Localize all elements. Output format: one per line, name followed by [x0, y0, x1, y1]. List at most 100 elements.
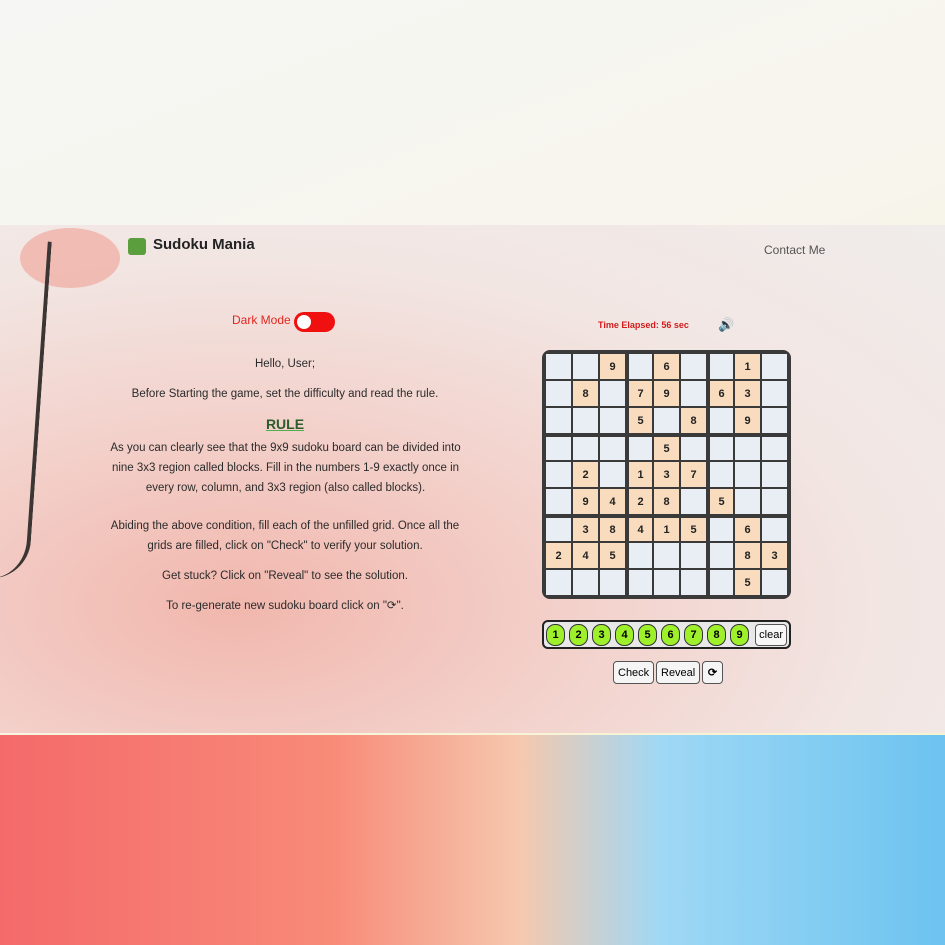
board-cell[interactable] [654, 570, 679, 595]
board-cell[interactable] [681, 489, 706, 514]
contact-link[interactable]: Contact Me [764, 243, 825, 257]
board-cell[interactable] [710, 354, 733, 379]
number-button[interactable]: 6 [661, 623, 680, 646]
stuck-text: Get stuck? Click on "Reveal" to see the … [162, 570, 408, 582]
number-button[interactable]: 2 [569, 623, 588, 646]
check-button[interactable]: Check [613, 661, 655, 684]
board-cell[interactable] [735, 437, 760, 460]
board-cell[interactable] [710, 437, 733, 460]
board-cell[interactable] [762, 570, 787, 595]
board-cell[interactable] [654, 408, 679, 433]
board-cell[interactable] [735, 462, 760, 487]
board-cell[interactable] [573, 354, 598, 379]
board-cell[interactable] [629, 570, 652, 595]
board-cell: 9 [654, 381, 679, 406]
greeting: Hello, User; [254, 358, 316, 370]
board-cell: 2 [629, 489, 652, 514]
board-cell: 3 [654, 462, 679, 487]
board-cell: 9 [573, 489, 598, 514]
regen-text: To re-generate new sudoku board click on… [166, 600, 404, 612]
board-cell[interactable] [762, 381, 787, 406]
refresh-icon[interactable]: ⟳ [702, 661, 723, 684]
board-cell[interactable] [762, 354, 787, 379]
board-cell[interactable] [710, 462, 733, 487]
speaker-icon[interactable]: 🔊 [718, 317, 734, 333]
dark-mode-toggle[interactable] [294, 312, 335, 332]
board-cell[interactable] [762, 408, 787, 433]
board-cell[interactable] [735, 489, 760, 514]
sudoku-board: 961879635895213794285384156245835 [542, 350, 791, 599]
board-cell[interactable] [629, 437, 652, 460]
board-cell[interactable] [600, 462, 625, 487]
board-cell[interactable] [681, 543, 706, 568]
board-cell[interactable] [762, 518, 787, 541]
board-cell: 6 [710, 381, 733, 406]
board-cell[interactable] [600, 570, 625, 595]
board-cell[interactable] [573, 570, 598, 595]
reveal-button[interactable]: Reveal [656, 661, 701, 684]
board-cell[interactable] [573, 437, 598, 460]
board-cell: 7 [681, 462, 706, 487]
board-cell: 3 [573, 518, 598, 541]
board-cell: 3 [762, 543, 787, 568]
board-cell[interactable] [762, 437, 787, 460]
board-cell: 3 [735, 381, 760, 406]
board-cell[interactable] [681, 381, 706, 406]
board-cell[interactable] [546, 518, 571, 541]
board-cell[interactable] [546, 489, 571, 514]
board-cell[interactable] [681, 354, 706, 379]
board-cell: 8 [600, 518, 625, 541]
app-title[interactable]: Sudoku Mania [153, 236, 255, 253]
board-cell[interactable] [681, 437, 706, 460]
number-button[interactable]: 8 [707, 623, 726, 646]
board-cell: 1 [629, 462, 652, 487]
board-cell: 4 [629, 518, 652, 541]
board-cell: 1 [654, 518, 679, 541]
board-cell: 1 [735, 354, 760, 379]
board-cell[interactable] [546, 408, 571, 433]
board-cell[interactable] [629, 354, 652, 379]
number-button[interactable]: 5 [638, 623, 657, 646]
board-cell[interactable] [546, 462, 571, 487]
clear-button[interactable]: clear [755, 623, 787, 646]
board-cell[interactable] [762, 489, 787, 514]
board-cell[interactable] [546, 354, 571, 379]
board-cell: 5 [654, 437, 679, 460]
board-cell: 9 [600, 354, 625, 379]
board-cell: 2 [573, 462, 598, 487]
board-cell[interactable] [573, 408, 598, 433]
board-cell[interactable] [710, 408, 733, 433]
board-cell: 5 [629, 408, 652, 433]
board-cell[interactable] [654, 543, 679, 568]
board-cell[interactable] [710, 518, 733, 541]
number-button[interactable]: 7 [684, 623, 703, 646]
board-cell[interactable] [546, 381, 571, 406]
board-cell[interactable] [762, 462, 787, 487]
board-cell: 4 [573, 543, 598, 568]
board-cell: 8 [654, 489, 679, 514]
board-cell[interactable] [600, 408, 625, 433]
board-cell[interactable] [681, 570, 706, 595]
board-cell: 6 [654, 354, 679, 379]
number-button[interactable]: 9 [730, 623, 749, 646]
toggle-knob [297, 315, 311, 329]
board-cell: 7 [629, 381, 652, 406]
board-cell[interactable] [546, 570, 571, 595]
board-cell: 5 [735, 570, 760, 595]
board-cell: 2 [546, 543, 571, 568]
board-cell[interactable] [710, 543, 733, 568]
board-cell[interactable] [600, 381, 625, 406]
number-button[interactable]: 1 [546, 623, 565, 646]
board-cell: 5 [710, 489, 733, 514]
board-cell[interactable] [629, 543, 652, 568]
board-cell[interactable] [600, 437, 625, 460]
rule-text: As you can clearly see that the 9x9 sudo… [110, 442, 461, 494]
condition-text: Abiding the above condition, fill each o… [110, 520, 460, 552]
number-button[interactable]: 4 [615, 623, 634, 646]
board-cell: 5 [681, 518, 706, 541]
number-button[interactable]: 3 [592, 623, 611, 646]
number-pad: 1 2 3 4 5 6 7 8 9 clear [542, 620, 791, 649]
board-cell[interactable] [710, 570, 733, 595]
board-cell: 8 [573, 381, 598, 406]
board-cell[interactable] [546, 437, 571, 460]
